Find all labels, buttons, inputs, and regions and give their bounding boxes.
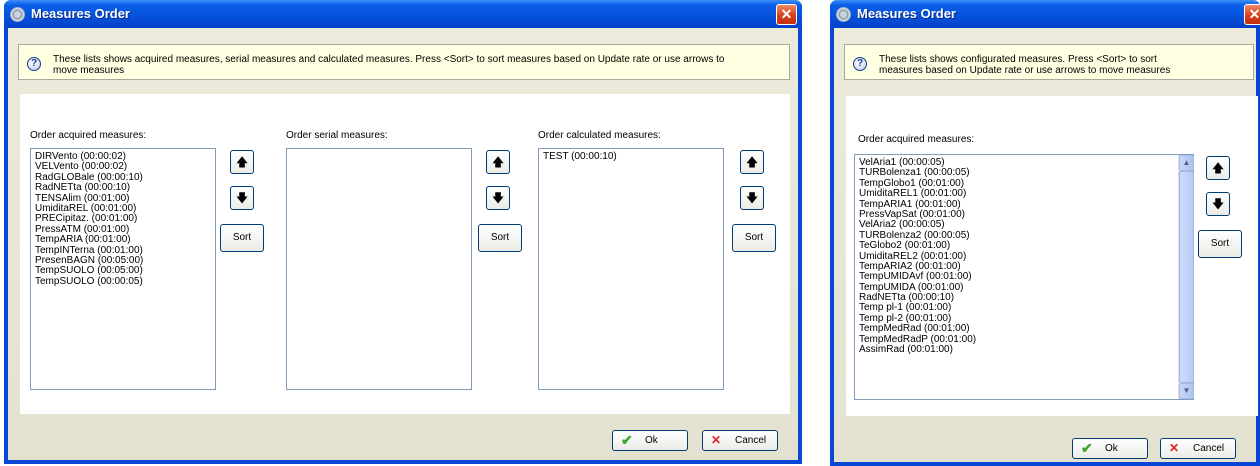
move-up-button[interactable]: 🡅: [1206, 156, 1230, 180]
lists-panel: Order acquired measures: VelAria1 (00:00…: [846, 96, 1258, 416]
title-bar[interactable]: Measures Order ✕: [4, 0, 802, 28]
window-title: Measures Order: [31, 6, 130, 21]
title-bar[interactable]: Measures Order ✕: [830, 0, 1260, 28]
list-item[interactable]: TempSUOLO (00:00:05): [35, 276, 215, 287]
x-icon: ✕: [711, 433, 722, 447]
measures-order-dialog-2: Measures Order ✕ ? These lists shows con…: [830, 0, 1260, 466]
arrow-up-icon: 🡅: [235, 155, 249, 169]
question-icon: ?: [853, 57, 867, 71]
ok-button[interactable]: ✔ Ok: [1072, 438, 1148, 459]
cancel-button[interactable]: ✕ Cancel: [702, 430, 778, 451]
info-bar: ? These lists shows configurated measure…: [844, 44, 1254, 80]
arrow-down-icon: 🡇: [235, 191, 249, 205]
gear-icon: [10, 7, 25, 22]
sort-button[interactable]: Sort: [1198, 230, 1242, 258]
vertical-scrollbar[interactable]: ▲ ▼: [1178, 155, 1194, 399]
arrow-down-icon: 🡇: [491, 191, 505, 205]
move-down-button[interactable]: 🡇: [486, 186, 510, 210]
sort-button[interactable]: Sort: [478, 224, 522, 252]
lists-panel: Order acquired measures: DIRVento (00:00…: [20, 94, 790, 414]
list-item[interactable]: TempARIA (00:01:00): [35, 234, 215, 245]
info-text: These lists shows acquired measures, ser…: [53, 54, 725, 76]
question-icon: ?: [27, 57, 41, 71]
list-item[interactable]: TEST (00:00:10): [543, 151, 723, 162]
move-up-button[interactable]: 🡅: [230, 150, 254, 174]
scroll-thumb[interactable]: [1179, 171, 1194, 383]
serial-label: Order serial measures:: [286, 130, 388, 141]
move-up-button[interactable]: 🡅: [740, 150, 764, 174]
ok-button[interactable]: ✔ Ok: [612, 430, 688, 451]
move-down-button[interactable]: 🡇: [230, 186, 254, 210]
acquired-measures-list[interactable]: DIRVento (00:00:02) VELVento (00:00:02) Ra…: [30, 148, 216, 390]
list-item[interactable]: RadNETta (00:00:10): [35, 182, 215, 193]
list-item[interactable]: UmiditaREL1 (00:01:00): [859, 188, 1193, 199]
acquired-label: Order acquired measures:: [30, 130, 147, 141]
cancel-button[interactable]: ✕ Cancel: [1160, 438, 1236, 459]
arrow-down-icon: 🡇: [1211, 197, 1225, 211]
dialog-body: ? These lists shows configurated measure…: [834, 28, 1258, 462]
scroll-up-icon[interactable]: ▲: [1179, 155, 1194, 171]
check-icon: ✔: [621, 432, 633, 448]
acquired-measures-list[interactable]: VelAria1 (00:00:05) TURBolenza1 (00:00:05…: [854, 154, 1194, 400]
move-up-button[interactable]: 🡅: [486, 150, 510, 174]
arrow-up-icon: 🡅: [1211, 161, 1225, 175]
acquired-label: Order acquired measures:: [858, 134, 975, 145]
info-text: These lists shows configurated measures.…: [879, 54, 1171, 76]
list-item[interactable]: TeGlobo2 (00:01:00): [859, 240, 1193, 251]
arrow-up-icon: 🡅: [745, 155, 759, 169]
calculated-label: Order calculated measures:: [538, 130, 661, 141]
arrow-up-icon: 🡅: [491, 155, 505, 169]
arrow-down-icon: 🡇: [745, 191, 759, 205]
sort-button[interactable]: Sort: [220, 224, 264, 252]
measures-order-dialog-1: Measures Order ✕ ? These lists shows acq…: [4, 0, 802, 464]
close-button[interactable]: ✕: [776, 4, 797, 25]
sort-button[interactable]: Sort: [732, 224, 776, 252]
move-down-button[interactable]: 🡇: [1206, 192, 1230, 216]
info-bar: ? These lists shows acquired measures, s…: [18, 44, 790, 80]
serial-measures-list[interactable]: [286, 148, 472, 390]
list-item[interactable]: AssimRad (00:01:00): [859, 344, 1193, 355]
gear-icon: [836, 7, 851, 22]
calculated-measures-list[interactable]: TEST (00:00:10): [538, 148, 724, 390]
check-icon: ✔: [1081, 440, 1093, 456]
dialog-body: ? These lists shows acquired measures, s…: [8, 28, 798, 460]
scroll-down-icon[interactable]: ▼: [1179, 383, 1194, 399]
x-icon: ✕: [1169, 441, 1180, 455]
close-button[interactable]: ✕: [1244, 4, 1260, 25]
move-down-button[interactable]: 🡇: [740, 186, 764, 210]
window-title: Measures Order: [857, 6, 956, 21]
